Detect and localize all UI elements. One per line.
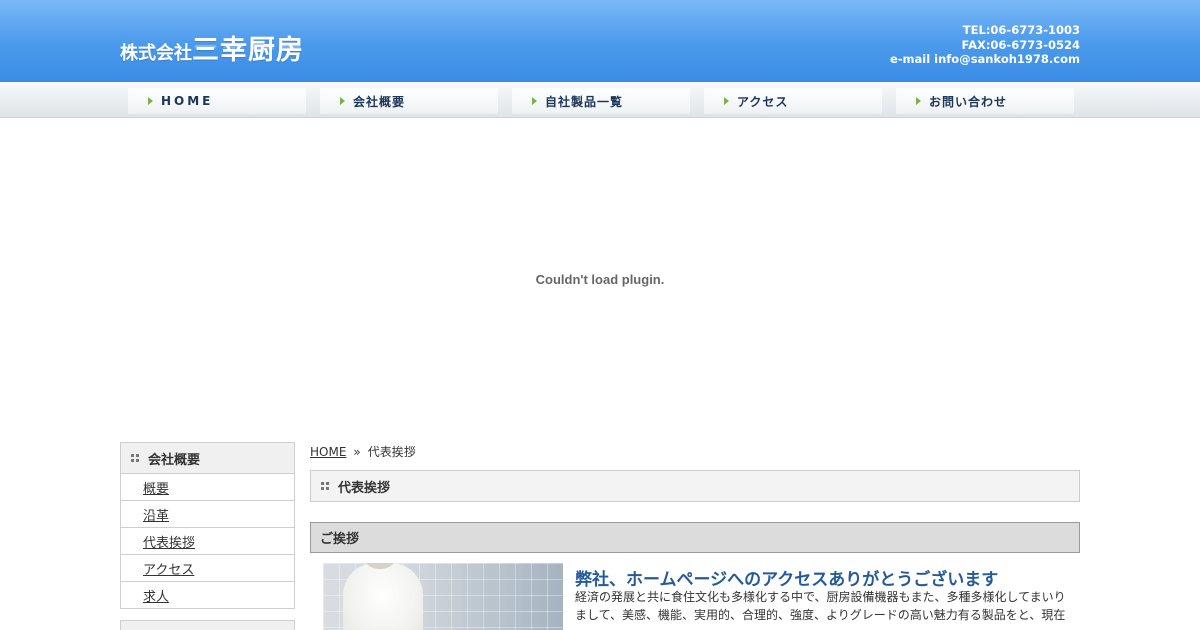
contact-email: e-mail info@sankoh1978.com: [889, 52, 1080, 66]
square-bullet-icon: [131, 454, 139, 462]
representative-photo: [323, 563, 563, 630]
sidebar-list: 概要 沿革 代表挨拶 アクセス 求人: [120, 474, 295, 609]
nav-item-home[interactable]: HOME: [128, 88, 306, 114]
sidebar-item-recruit: 求人: [121, 582, 294, 609]
nav-label: 会社概要: [353, 94, 406, 109]
nav-arrow-icon: [532, 97, 537, 105]
site-header: 株式会社三幸厨房 株式会社三幸厨房 TEL:06-6773-1003 FAX:0…: [0, 0, 1200, 82]
plugin-area[interactable]: Couldn't load plugin.: [0, 119, 1200, 439]
logo-reflection: 株式会社三幸厨房: [120, 44, 304, 58]
greeting-body: 経済の発展と共に食住文化も多様化する中で、厨房設備機器もまた、多種多様化してまい…: [575, 590, 1066, 622]
page-title: 代表挨拶: [310, 470, 1080, 502]
greeting-title: 弊社、ホームページへのアクセスありがとうございます: [575, 570, 999, 590]
sidebar-link[interactable]: 代表挨拶: [143, 532, 195, 551]
breadcrumb-current: 代表挨拶: [367, 445, 416, 459]
nav-label: アクセス: [737, 94, 789, 109]
plugin-error-message: Couldn't load plugin.: [535, 271, 665, 287]
nav-label: HOME: [161, 94, 214, 108]
sidebar-link[interactable]: 概要: [143, 478, 169, 497]
sidebar: 会社概要 概要 沿革 代表挨拶 アクセス 求人: [120, 442, 295, 609]
nav-label: お問い合わせ: [929, 94, 1008, 109]
nav-label: 自社製品一覧: [545, 94, 624, 109]
square-bullet-icon: [321, 482, 329, 490]
nav-item-access[interactable]: アクセス: [704, 88, 882, 114]
contact-fax: FAX:06-6773-0524: [961, 37, 1080, 52]
nav-arrow-icon: [916, 97, 921, 105]
sidebar-item-access: アクセス: [121, 555, 294, 582]
breadcrumb-home-link[interactable]: HOME: [310, 445, 346, 459]
breadcrumb-separator: »: [353, 445, 361, 459]
sidebar-item-greeting: 代表挨拶: [121, 528, 294, 555]
sidebar-item-history: 沿革: [121, 501, 294, 528]
contact-info: TEL:06-6773-1003 FAX:06-6773-0524 e-mail…: [890, 23, 1080, 67]
breadcrumb: HOME » 代表挨拶: [310, 443, 416, 460]
nav-arrow-icon: [148, 97, 153, 105]
sidebar-item-overview: 概要: [121, 474, 294, 501]
sidebar-link[interactable]: 求人: [143, 586, 169, 605]
section-heading: ご挨拶: [310, 522, 1080, 553]
global-nav: HOME 会社概要 自社製品一覧 アクセス お問い合わせ: [0, 82, 1200, 118]
nav-item-products[interactable]: 自社製品一覧: [512, 88, 690, 114]
nav-item-contact[interactable]: お問い合わせ: [896, 88, 1074, 114]
sidebar-link[interactable]: アクセス: [143, 559, 194, 578]
contact-tel: TEL:06-6773-1003: [962, 23, 1080, 37]
company-logo[interactable]: 株式会社三幸厨房 株式会社三幸厨房: [120, 28, 320, 72]
nav-arrow-icon: [724, 97, 729, 105]
sidebar-title: 会社概要: [120, 442, 295, 474]
nav-item-company[interactable]: 会社概要: [320, 88, 498, 114]
sidebar-link[interactable]: 沿革: [143, 505, 169, 524]
sidebar-box-secondary: [120, 620, 295, 630]
nav-arrow-icon: [340, 97, 345, 105]
